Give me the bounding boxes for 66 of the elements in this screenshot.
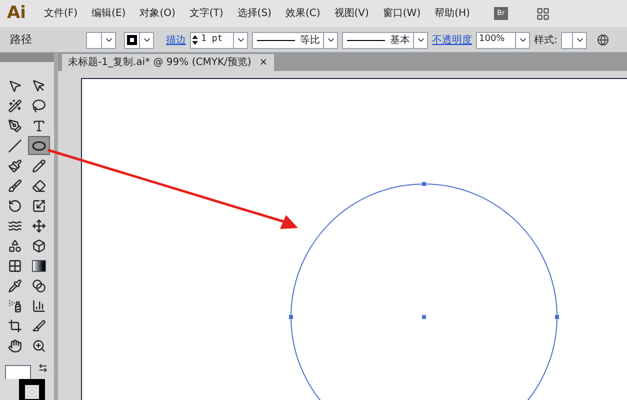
magic-wand-icon <box>8 98 22 113</box>
ellipse-icon <box>32 140 46 151</box>
knife-icon <box>32 318 46 333</box>
opacity-field[interactable]: 100% <box>476 32 530 48</box>
tool-button[interactable] <box>28 136 50 156</box>
dropdown-caret[interactable] <box>233 32 247 48</box>
cube-icon <box>32 238 46 253</box>
grid-icon <box>8 258 22 273</box>
type-icon <box>32 118 46 133</box>
opacity-link[interactable]: 不透明度 <box>432 32 472 48</box>
zoom-icon <box>32 338 46 353</box>
menu-item[interactable]: 对象(O) <box>134 6 182 21</box>
pen-nib-icon <box>8 118 22 133</box>
close-tab-button[interactable]: × <box>259 55 268 70</box>
globe-icon[interactable] <box>597 34 610 46</box>
stroke-swatch[interactable] <box>124 32 154 48</box>
paintbrush-icon <box>8 158 22 173</box>
scale-icon <box>32 198 46 213</box>
brush-dropdown[interactable]: 基本 <box>342 32 428 48</box>
transform-icon <box>32 218 46 233</box>
menu-item[interactable]: 编辑(E) <box>86 6 132 21</box>
menu-item[interactable]: 文件(F) <box>38 6 84 21</box>
style-swatch[interactable] <box>561 32 588 48</box>
app-logo: Ai <box>6 2 27 25</box>
lasso-icon <box>32 98 46 113</box>
style-label: 样式: <box>534 34 558 48</box>
eraser-icon <box>32 178 46 193</box>
bar-graph-icon <box>32 298 46 313</box>
dropdown-caret[interactable] <box>413 32 427 48</box>
menu-item[interactable]: 窗口(W) <box>376 6 427 21</box>
selection-label: 路径 <box>9 32 33 48</box>
fill-swatch[interactable] <box>86 32 116 48</box>
warp-icon <box>8 218 22 233</box>
shapes-icon <box>8 238 22 253</box>
swap-icon[interactable] <box>38 363 48 374</box>
document-title: 未标题-1_复制.ai* @ 99% (CMYK/预览) <box>68 56 252 70</box>
menu-item[interactable]: 帮助(H) <box>428 6 476 21</box>
dropdown-caret[interactable] <box>101 32 115 48</box>
panel-header <box>0 53 54 62</box>
hand-icon <box>8 338 22 353</box>
brush-icon <box>8 178 22 193</box>
dropdown-caret[interactable] <box>139 32 153 48</box>
line-icon <box>8 138 22 153</box>
spinner-arrows-icon[interactable] <box>191 34 199 46</box>
menu-item[interactable]: 选择(S) <box>231 6 278 21</box>
dropdown-caret[interactable] <box>323 32 337 48</box>
hollow-pointer-icon <box>32 78 46 93</box>
stroke-weight-field[interactable]: 1 pt <box>190 32 248 48</box>
profile-dropdown[interactable]: 等比 <box>252 32 338 48</box>
pencil-icon <box>32 158 46 173</box>
arrow-pointer-icon <box>8 78 22 93</box>
stroke-link[interactable]: 描边 <box>166 32 186 48</box>
stroke-color-swatch[interactable] <box>19 379 45 400</box>
menu-item[interactable]: 文字(T) <box>183 6 230 21</box>
document-tab[interactable]: 未标题-1_复制.ai* @ 99% (CMYK/预览) × <box>62 54 274 71</box>
eyedropper-icon <box>8 278 22 293</box>
gradient-icon <box>32 260 46 272</box>
menu-item[interactable]: 视图(V) <box>328 6 375 21</box>
fill-color-swatch[interactable] <box>5 365 31 380</box>
crop-icon <box>8 318 22 333</box>
spray-can-icon <box>8 298 22 313</box>
arrange-documents-icon[interactable] <box>536 6 550 20</box>
dropdown-caret[interactable] <box>515 32 529 48</box>
blend-icon <box>32 278 46 293</box>
menu-item[interactable]: 效果(C) <box>279 6 326 21</box>
rotate-icon <box>8 198 22 213</box>
